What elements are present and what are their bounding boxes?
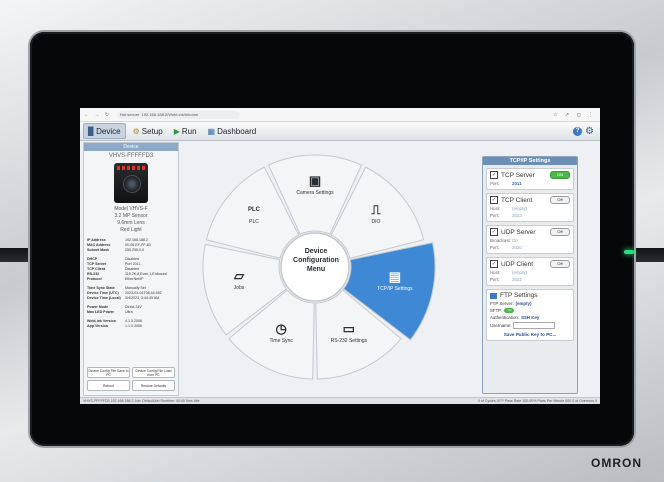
wheel-label-dio: DIO [371,219,381,226]
tcp-server-toggle[interactable]: ON [550,171,570,179]
tab-dashboard[interactable]: ▦ Dashboard [204,124,261,138]
ftp-title: FTP Settings [500,292,538,299]
tcp-client-card: ✓ TCP Client Off Host: (empty) Port: 2023 [486,193,574,222]
url-text: 192.168.188.2/WebLink/#/home [141,112,199,117]
tcp-client-toggle[interactable]: Off [550,196,570,204]
camera-image [114,163,148,203]
setup-icon: ⚙ [132,126,140,136]
checkbox-icon[interactable]: ✓ [490,196,498,204]
status-bar: VHVS-FFFFFD3 192.168.188.2 Job: DefaultJ… [80,397,600,404]
tab-run[interactable]: ▶ Run [170,124,201,138]
plc-icon: PLC [248,207,261,214]
camera-icon: ▣ [308,173,322,188]
book-icon: ▉ [88,126,95,136]
config-wheel-menu: Device Configuration Menu ▣ Camera Settin… [190,142,440,392]
browser-tools-icons[interactable]: ☆ ↗ ◻ ⋮ [553,112,596,118]
network-info: IP Address 192.168.188.2 MAC Address 00-06… [87,238,151,252]
tab-device-label: Device [96,126,121,136]
wheel-label-camera-settings: Camera Settings [296,190,334,196]
version-info: WebLink Version 4.1.5.2006 App Version 1.1… [87,319,142,328]
tab-run-label: Run [181,126,197,136]
play-icon: ▶ [173,126,180,136]
ftp-icon [490,292,497,299]
udp-client-card: ✓ UDP Client Off Host: (empty) Port: 2022 [486,257,574,286]
tcp-server-port[interactable]: 2011 [512,181,522,186]
udp-server-toggle[interactable]: Off [550,228,570,236]
brand-logo: OMRON [591,456,642,470]
browser-toolbar: ← → ↻ Not secure 192.168.188.2/WebLink/#… [80,108,600,122]
save-config-button[interactable]: Device Config File Save to PC [87,367,130,378]
clock-icon: ◷ [275,321,287,337]
gear-icon[interactable]: ⚙ [585,126,594,136]
save-public-key-link[interactable]: Save Public Key to PC... [490,332,570,337]
status-left: VHVS-FFFFFD3 192.168.188.2 Job: DefaultJ… [83,399,200,403]
wheel-label-tcpip-settings: TCP/IP Settings [377,286,413,293]
tcpip-panel-header: TCP/IP Settings [483,157,577,165]
address-bar[interactable]: Not secure 192.168.188.2/WebLink/#/home [116,110,240,119]
wheel-label-time-sync: Time Sync [269,338,293,345]
checkbox-icon[interactable]: ✓ [490,171,498,179]
device-model: Model VHVS-F 3.2 MP Sensor 9.6mm Lens Re… [114,206,148,233]
signal-icon: ⎍ [371,202,381,218]
load-config-button[interactable]: Device Config File Load from PC [132,367,175,378]
udp-client-title: UDP Client [501,260,534,268]
device-info-panel: Device VHVS-FFFFFD3 Model VHVS-F 3.2 MP … [83,142,179,396]
tcp-server-title: TCP Server [501,171,535,179]
tab-dashboard-label: Dashboard [217,126,257,136]
wheel-label-jobs: Jobs [233,285,245,292]
wheel-center-label: Device Configuration Menu [293,248,339,273]
reboot-button[interactable]: Reboot [87,380,130,391]
username-input[interactable] [513,322,556,329]
browser-nav-icons[interactable]: ← → ↻ [84,112,111,118]
checkbox-icon[interactable]: ✓ [490,228,498,236]
tcpip-settings-panel: TCP/IP Settings ✓ TCP Server ON Port: 201… [482,156,578,394]
status-led [624,250,634,254]
restore-defaults-button[interactable]: Restore Defaults [132,380,175,391]
tcp-server-card: ✓ TCP Server ON Port: 2011 [486,168,574,190]
security-label: Not secure [119,112,140,117]
tab-device[interactable]: ▉ Device [83,123,126,139]
touch-screen: ← → ↻ Not secure 192.168.188.2/WebLink/#… [80,108,600,404]
wheel-label-plc: PLC [249,219,259,226]
ftp-settings-card: FTP Settings FTP Server: (empty) SFTP: On … [486,289,574,341]
udp-server-title: UDP Server [501,228,536,236]
ethernet-icon: ▤ [388,269,402,285]
device-panel-header: Device [84,143,178,151]
status-right: 0 of Cycles 0/?? Pass Rate 100.00% Parts… [477,399,597,403]
wheel-label-rs232-settings: RS-232 Settings [330,338,368,345]
tcp-client-title: TCP Client [501,196,533,204]
device-name: VHVS-FFFFFD3 [108,153,154,159]
tab-setup-label: Setup [141,126,163,136]
udp-server-card: ✓ UDP Server Off Broadcast: On Port: 2020 [486,225,574,254]
sftp-toggle[interactable]: On [504,308,515,313]
tab-setup[interactable]: ⚙ Setup [129,124,167,138]
time-info: Time Sync State Manually Set Device Time … [87,286,162,300]
dashboard-icon: ▦ [207,126,216,136]
folder-icon: ▱ [233,268,244,284]
checkbox-icon[interactable]: ✓ [490,260,498,268]
protocol-info: DHCP Disabled TCP Server Port 2011 TCP Cli… [87,257,167,281]
serial-port-icon: ▭ [342,321,355,337]
udp-client-toggle[interactable]: Off [550,260,570,268]
help-icon[interactable]: ? [573,126,583,136]
power-info: Power Mode Direct 24V Max LED Power Ultra [87,305,142,314]
app-toolbar: ▉ Device ⚙ Setup ▶ Run ▦ Dashboard ? ⚙ [80,122,600,141]
